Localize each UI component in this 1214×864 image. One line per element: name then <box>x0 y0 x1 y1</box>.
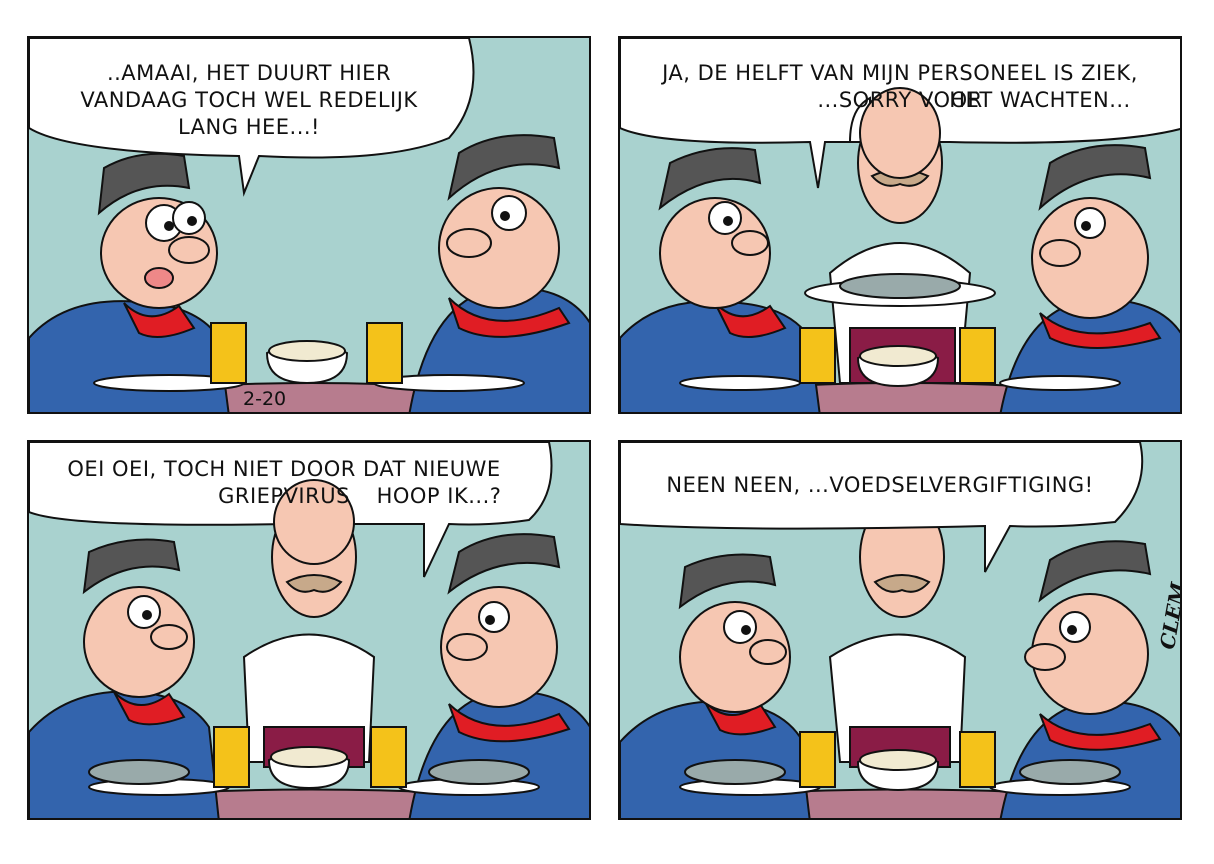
comic-panel-3: OEI OEI, TOCH NIET DOOR DAT NIEUWE GRIEP… <box>27 440 591 820</box>
panel-3-speech-right: HOOP IK...? <box>376 484 502 508</box>
panel-1-speech: ..AMAAI, HET DUURT HIER VANDAAG TOCH WEL… <box>80 61 418 139</box>
comic-panel-1: ..AMAAI, HET DUURT HIER VANDAAG TOCH WEL… <box>27 36 591 414</box>
comic-panel-4: NEEN NEEN, ...VOEDSELVERGIFTIGING! CLEM <box>618 440 1182 820</box>
comic-panel-2: JA, DE HELFT VAN MIJN PERSONEEL IS ZIEK,… <box>618 36 1182 414</box>
panel-1-date-stamp: 2-20 <box>243 388 287 410</box>
panel-4-speech: NEEN NEEN, ...VOEDSELVERGIFTIGING! <box>666 473 1094 497</box>
panel-2-speech-right: HET WACHTEN... <box>949 88 1131 112</box>
